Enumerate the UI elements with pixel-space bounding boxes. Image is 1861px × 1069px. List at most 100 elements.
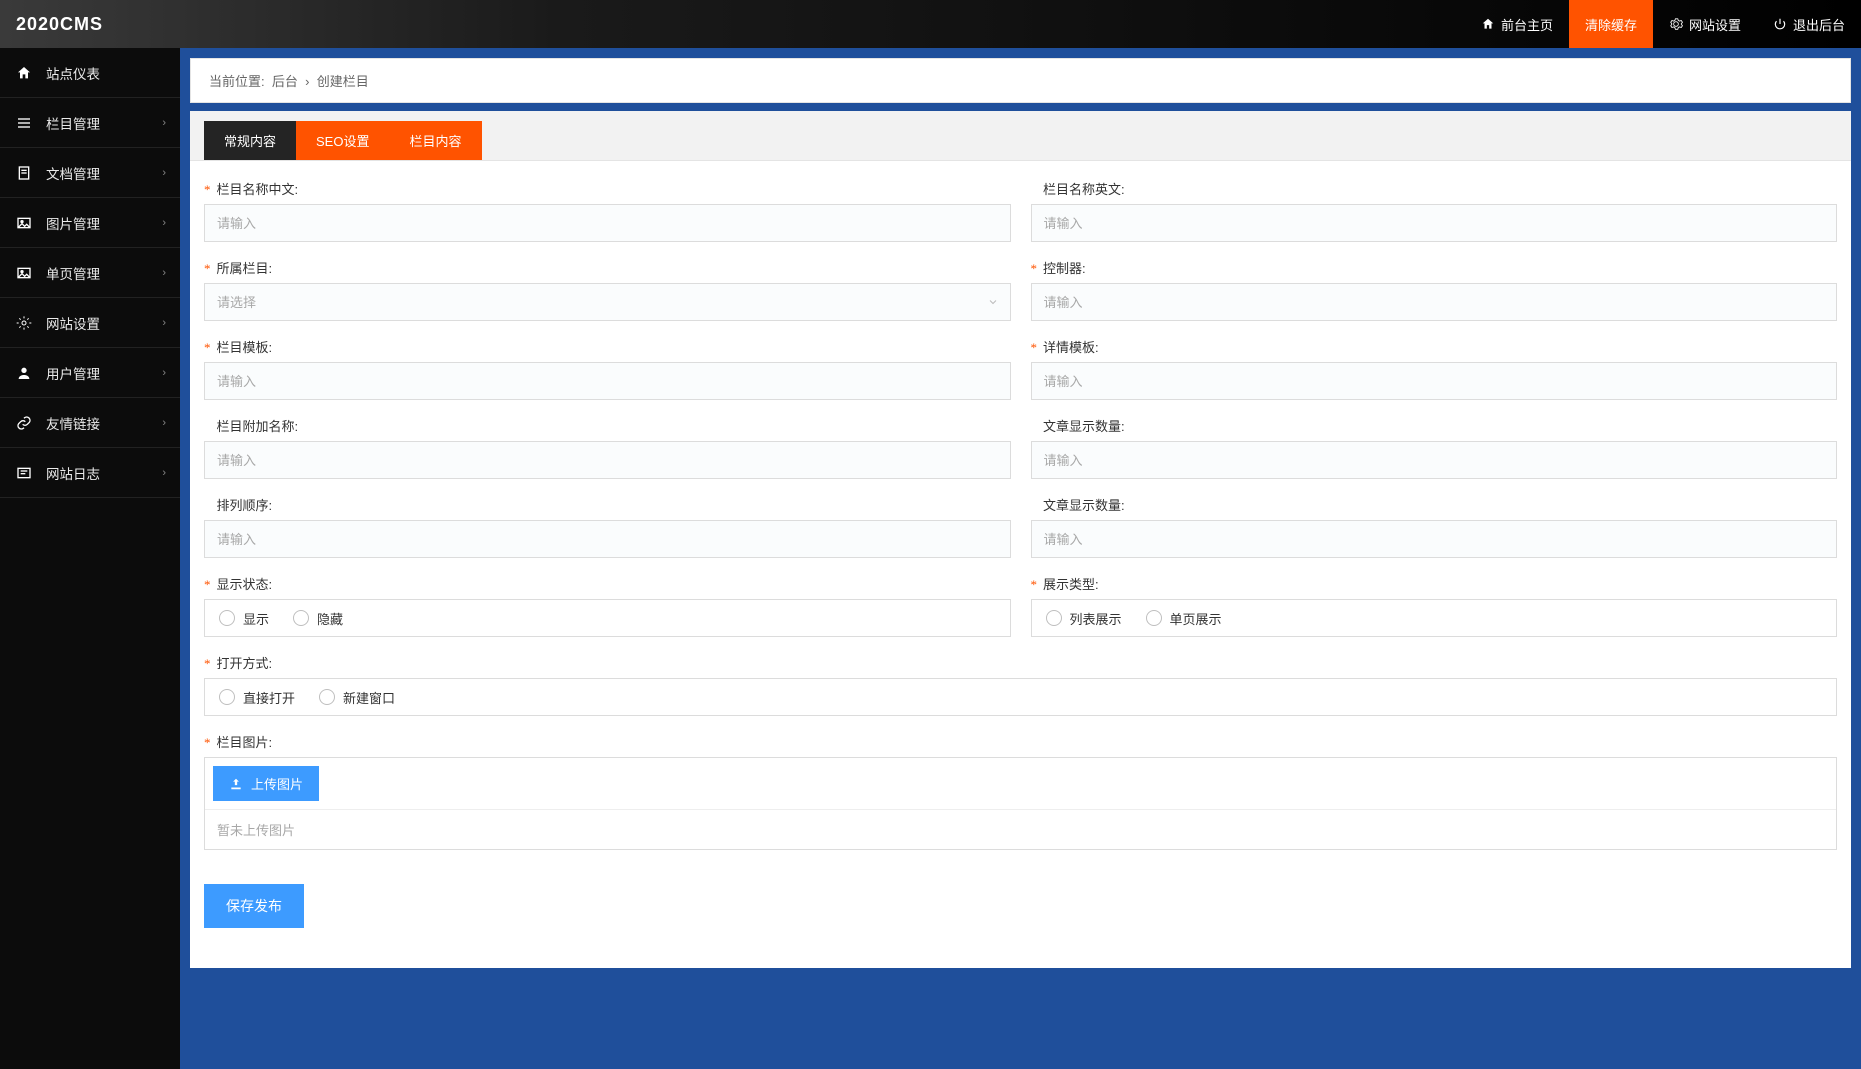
input-controller[interactable] [1031, 283, 1838, 321]
upload-box: 上传图片 暂未上传图片 [204, 757, 1837, 850]
label-image: *栏目图片: [204, 732, 1837, 751]
radio-group-open-type: 直接打开 新建窗口 [204, 678, 1837, 716]
radio-group-display-type: 列表展示 单页展示 [1031, 599, 1838, 637]
sidebar-item-label: 站点仪表 [46, 63, 100, 83]
nav-clear-cache-label: 清除缓存 [1585, 15, 1637, 34]
sidebar: 站点仪表 栏目管理 › 文档管理 › 图片管理 › 单页管理 › 网站设置 › [0, 48, 180, 1069]
input-extra-name[interactable] [204, 441, 1011, 479]
document-icon [16, 165, 32, 181]
radio-show[interactable]: 显示 [219, 609, 269, 628]
logo: 2020CMS [16, 14, 103, 35]
sidebar-item-label: 网站设置 [46, 313, 100, 333]
breadcrumb-backend-link[interactable]: 后台 [272, 74, 298, 89]
sidebar-item-images[interactable]: 图片管理 › [0, 198, 180, 248]
radio-icon [219, 689, 235, 705]
input-article-count-1[interactable] [1031, 441, 1838, 479]
radio-list-label: 列表展示 [1070, 609, 1122, 628]
radio-icon [1046, 610, 1062, 626]
chevron-right-icon: › [162, 317, 166, 329]
radio-icon [1146, 610, 1162, 626]
main-area: 当前位置: 后台 › 创建栏目 常规内容 SEO设置 栏目内容 *栏目名称中文: [180, 48, 1861, 1069]
input-name-en[interactable] [1031, 204, 1838, 242]
nav-logout-label: 退出后台 [1793, 15, 1845, 34]
header-nav: 前台主页 清除缓存 网站设置 退出后台 [1465, 0, 1861, 48]
upload-icon [229, 777, 243, 791]
breadcrumb-card: 当前位置: 后台 › 创建栏目 [190, 58, 1851, 103]
radio-single[interactable]: 单页展示 [1146, 609, 1222, 628]
sidebar-item-label: 图片管理 [46, 213, 100, 233]
sidebar-item-logs[interactable]: 网站日志 › [0, 448, 180, 498]
label-name-cn: *栏目名称中文: [204, 179, 1011, 198]
input-detail-tpl[interactable] [1031, 362, 1838, 400]
nav-site-settings-label: 网站设置 [1689, 15, 1741, 34]
nav-site-settings[interactable]: 网站设置 [1653, 0, 1757, 48]
sidebar-item-pages[interactable]: 单页管理 › [0, 248, 180, 298]
label-article-count-1: *文章显示数量: [1031, 416, 1838, 435]
radio-newwin-label: 新建窗口 [343, 688, 395, 707]
chevron-right-icon: › [162, 167, 166, 179]
sidebar-item-columns[interactable]: 栏目管理 › [0, 98, 180, 148]
upload-status: 暂未上传图片 [205, 809, 1836, 849]
label-sort: *排列顺序: [204, 495, 1011, 514]
select-parent[interactable] [204, 283, 1011, 321]
chevron-right-icon: › [162, 267, 166, 279]
sidebar-item-docs[interactable]: 文档管理 › [0, 148, 180, 198]
menu-icon [16, 115, 32, 131]
submit-button[interactable]: 保存发布 [204, 884, 304, 928]
tab-seo[interactable]: SEO设置 [296, 121, 389, 160]
radio-icon [219, 610, 235, 626]
image-icon [16, 215, 32, 231]
radio-icon [293, 610, 309, 626]
sidebar-item-label: 用户管理 [46, 363, 100, 383]
power-icon [1773, 17, 1787, 31]
home-icon [1481, 17, 1495, 31]
radio-show-label: 显示 [243, 609, 269, 628]
nav-frontend-home[interactable]: 前台主页 [1465, 0, 1569, 48]
breadcrumb-current: 创建栏目 [317, 74, 369, 89]
nav-frontend-home-label: 前台主页 [1501, 15, 1553, 34]
upload-button-label: 上传图片 [251, 774, 303, 793]
gear-icon [16, 315, 32, 331]
nav-logout[interactable]: 退出后台 [1757, 0, 1861, 48]
radio-single-label: 单页展示 [1170, 609, 1222, 628]
form-area: *栏目名称中文: *栏目名称英文: *所属栏目: [190, 161, 1851, 850]
sidebar-item-settings[interactable]: 网站设置 › [0, 298, 180, 348]
page-icon [16, 265, 32, 281]
label-display-status: *显示状态: [204, 574, 1011, 593]
label-parent: *所属栏目: [204, 258, 1011, 277]
tab-general[interactable]: 常规内容 [204, 121, 296, 160]
top-header: 2020CMS 前台主页 清除缓存 网站设置 退出后台 [0, 0, 1861, 48]
upload-button[interactable]: 上传图片 [213, 766, 319, 801]
breadcrumb: 当前位置: 后台 › 创建栏目 [191, 59, 1850, 102]
breadcrumb-prefix: 当前位置: [209, 74, 265, 89]
radio-group-display-status: 显示 隐藏 [204, 599, 1011, 637]
label-display-type: *展示类型: [1031, 574, 1838, 593]
label-detail-tpl: *详情模板: [1031, 337, 1838, 356]
link-icon [16, 415, 32, 431]
tab-content[interactable]: 栏目内容 [389, 121, 481, 160]
label-extra-name: *栏目附加名称: [204, 416, 1011, 435]
input-name-cn[interactable] [204, 204, 1011, 242]
chevron-right-icon: › [162, 367, 166, 379]
log-icon [16, 465, 32, 481]
input-sort[interactable] [204, 520, 1011, 558]
input-article-count-2[interactable] [1031, 520, 1838, 558]
label-article-count-2: *文章显示数量: [1031, 495, 1838, 514]
sidebar-item-label: 栏目管理 [46, 113, 100, 133]
chevron-right-icon: › [162, 217, 166, 229]
sidebar-item-label: 友情链接 [46, 413, 100, 433]
sidebar-item-label: 单页管理 [46, 263, 100, 283]
radio-newwin[interactable]: 新建窗口 [319, 688, 395, 707]
label-controller: *控制器: [1031, 258, 1838, 277]
sidebar-item-links[interactable]: 友情链接 › [0, 398, 180, 448]
radio-direct[interactable]: 直接打开 [219, 688, 295, 707]
sidebar-item-label: 网站日志 [46, 463, 100, 483]
user-icon [16, 365, 32, 381]
sidebar-item-users[interactable]: 用户管理 › [0, 348, 180, 398]
nav-clear-cache[interactable]: 清除缓存 [1569, 0, 1653, 48]
radio-list[interactable]: 列表展示 [1046, 609, 1122, 628]
sidebar-item-dashboard[interactable]: 站点仪表 [0, 48, 180, 98]
radio-hide[interactable]: 隐藏 [293, 609, 343, 628]
chevron-right-icon: › [162, 467, 166, 479]
input-column-tpl[interactable] [204, 362, 1011, 400]
